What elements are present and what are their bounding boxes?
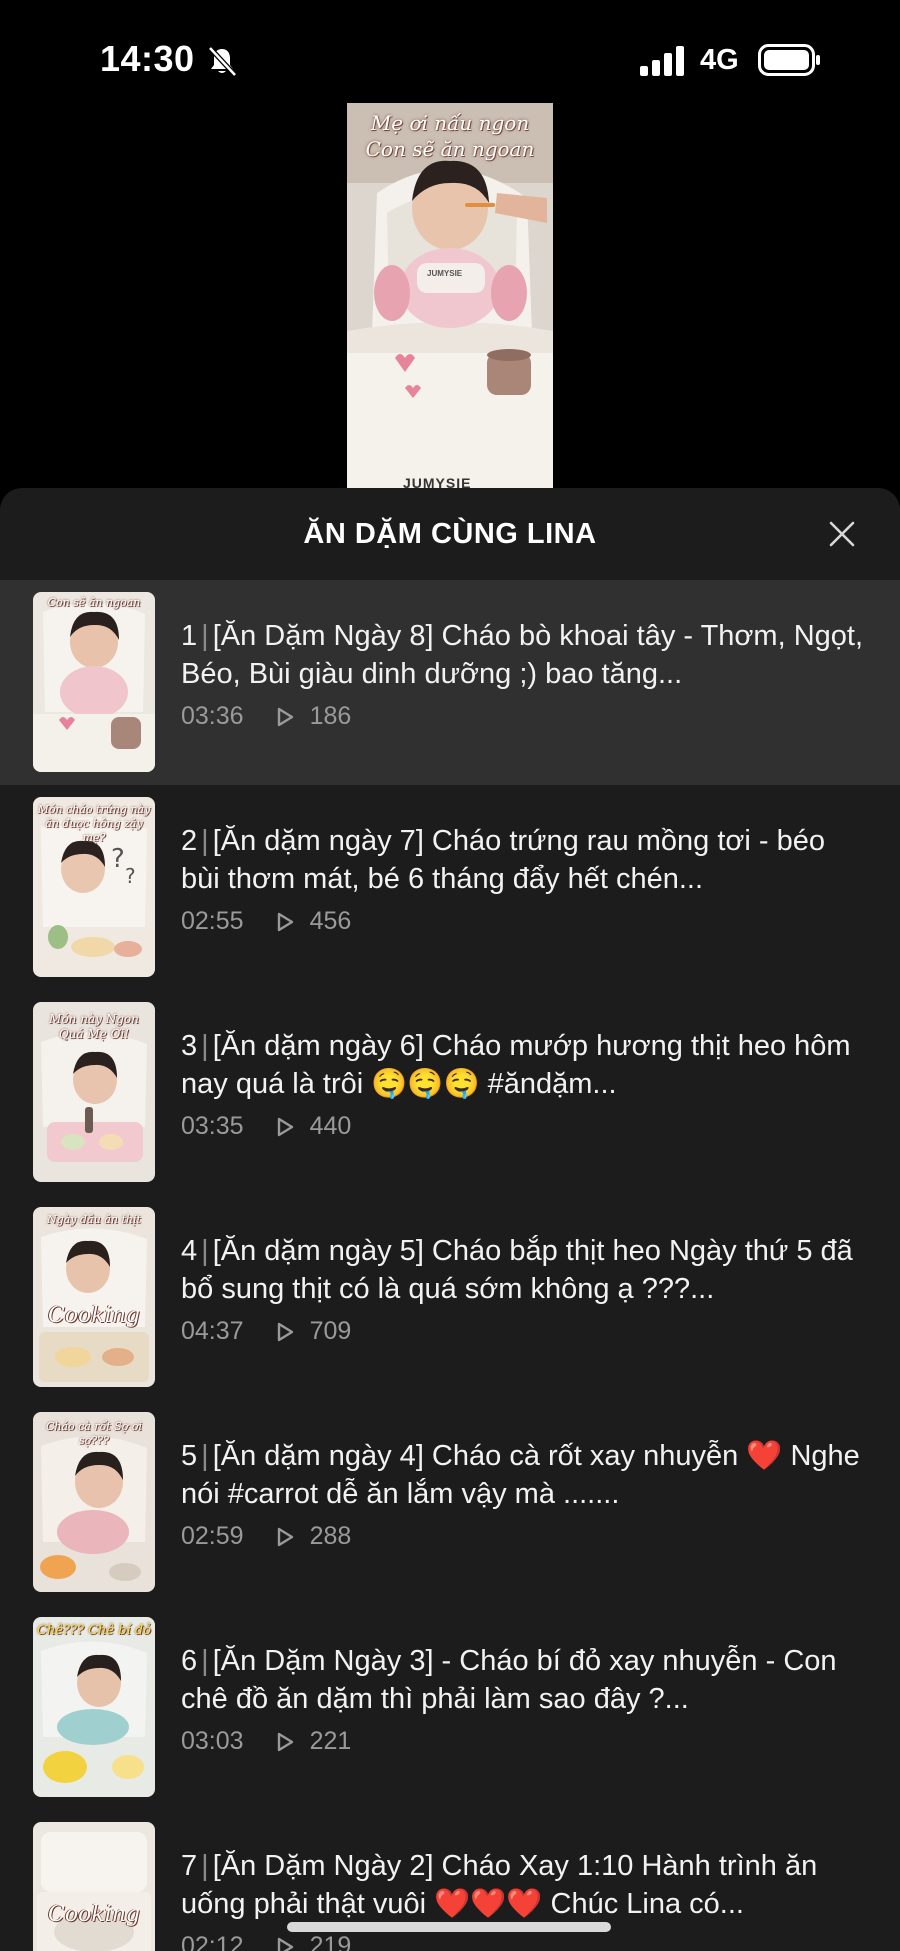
video-thumbnail: Cooking bbox=[33, 1822, 155, 1951]
video-thumbnail: Ngày đầu ăn thịt Cooking bbox=[33, 1207, 155, 1387]
video-thumbnail: Chê??? Chê bí đỏ bbox=[33, 1617, 155, 1797]
thumb-caption: Con sẽ ăn ngoan bbox=[47, 596, 141, 609]
thumb-caption: Món này Ngon Quá Mẹ Ơi! bbox=[49, 1012, 139, 1041]
thumb-caption: Món cháo trứng này ăn được hông zậy mẹ? bbox=[37, 803, 151, 844]
playlist-sheet: ĂN DẶM CÙNG LINA Con sẽ ăn ngoan 1 | [Ăn… bbox=[0, 488, 900, 1951]
play-count-icon bbox=[277, 707, 293, 726]
video-duration: 02:12 bbox=[181, 1932, 244, 1951]
video-views: 440 bbox=[309, 1112, 352, 1140]
video-index: 5 bbox=[181, 1440, 198, 1472]
bell-slash-icon bbox=[208, 46, 237, 77]
video-preview[interactable]: Mẹ ơi nấu ngon Con sẽ ăn ngoan JUMYSIE J… bbox=[347, 103, 553, 488]
play-count-icon bbox=[277, 1937, 293, 1951]
video-views: 709 bbox=[309, 1317, 352, 1345]
thumb-script: Cooking bbox=[48, 1303, 140, 1328]
video-overlay-line2: Con sẽ ăn ngoan bbox=[365, 137, 535, 161]
video-index: 7 bbox=[181, 1850, 198, 1882]
video-views: 456 bbox=[309, 907, 352, 935]
video-title-text: [Ăn dặm ngày 7] Cháo trứng rau mồng tơi … bbox=[181, 825, 826, 895]
play-count-icon bbox=[277, 1527, 293, 1546]
thumb-caption: Cháo cà rốt Sợ ơi sợ??? bbox=[45, 1420, 143, 1447]
playlist-title: ĂN DẶM CÙNG LINA bbox=[303, 518, 597, 550]
video-duration: 03:36 bbox=[181, 702, 244, 730]
playlist-item-5[interactable]: Cháo cà rốt Sợ ơi sợ??? 5 | [Ăn dặm ngày 4… bbox=[0, 1400, 900, 1605]
video-meta: 03:36 186 bbox=[181, 702, 351, 731]
thumb-script: Cooking bbox=[48, 1902, 140, 1927]
network-type: 4G bbox=[700, 44, 739, 76]
video-duration: 03:35 bbox=[181, 1112, 244, 1140]
video-title: 4 | [Ăn dặm ngày 5] Cháo bắp thịt heo Ngày… bbox=[181, 1235, 853, 1305]
video-thumbnail: Cháo cà rốt Sợ ơi sợ??? bbox=[33, 1412, 155, 1592]
video-overlay-line1: Mẹ ơi nấu ngon bbox=[370, 111, 530, 135]
svg-text:?: ? bbox=[125, 864, 136, 888]
status-time: 14:30 bbox=[100, 38, 195, 79]
video-title: 6 | [Ăn Dặm Ngày 3] - Cháo bí đỏ xay nhuyễ… bbox=[181, 1645, 837, 1715]
video-index: 1 bbox=[181, 620, 198, 652]
close-icon[interactable] bbox=[822, 514, 862, 554]
bib-text: JUMYSIE bbox=[427, 269, 463, 278]
battery-icon bbox=[758, 44, 820, 76]
video-title: 5 | [Ăn dặm ngày 4] Cháo cà rốt xay nhuyễn… bbox=[181, 1440, 860, 1510]
video-title-text: [Ăn dặm ngày 4] Cháo cà rốt xay nhuyễn ❤… bbox=[181, 1440, 860, 1510]
video-meta: 02:12 219 bbox=[181, 1932, 351, 1951]
video-duration: 03:03 bbox=[181, 1727, 244, 1755]
video-views: 219 bbox=[309, 1932, 352, 1951]
playlist-item-2[interactable]: ? ? Món cháo trứng này ăn được hông zậy … bbox=[0, 785, 900, 990]
status-bar: 14:30 4G bbox=[0, 0, 900, 120]
play-count-icon bbox=[277, 1117, 293, 1136]
play-count-icon bbox=[277, 912, 293, 931]
video-index: 2 bbox=[181, 825, 198, 857]
video-title-text: [Ăn Dặm Ngày 3] - Cháo bí đỏ xay nhuyễn … bbox=[181, 1645, 837, 1715]
video-duration: 02:55 bbox=[181, 907, 244, 935]
video-meta: 02:59 288 bbox=[181, 1522, 351, 1551]
video-views: 288 bbox=[309, 1522, 352, 1550]
thumb-caption: Ngày đầu ăn thịt bbox=[47, 1213, 141, 1226]
thumb-caption: Chê??? Chê bí đỏ bbox=[37, 1623, 151, 1638]
play-count-icon bbox=[277, 1322, 293, 1341]
video-meta: 02:55 456 bbox=[181, 907, 351, 936]
video-thumbnail: ? ? Món cháo trứng này ăn được hông zậy … bbox=[33, 797, 155, 977]
playlist-list: Con sẽ ăn ngoan 1 | [Ăn Dặm Ngày 8] Cháo b… bbox=[0, 580, 900, 1951]
video-index: 3 bbox=[181, 1030, 198, 1062]
play-count-icon bbox=[277, 1732, 293, 1751]
video-duration: 04:37 bbox=[181, 1317, 244, 1345]
video-index: 6 bbox=[181, 1645, 198, 1677]
playlist-item-3[interactable]: Món này Ngon Quá Mẹ Ơi! 3 | [Ăn dặm ngày 6… bbox=[0, 990, 900, 1195]
video-duration: 02:59 bbox=[181, 1522, 244, 1550]
home-indicator[interactable] bbox=[287, 1922, 611, 1932]
video-thumbnail: Món này Ngon Quá Mẹ Ơi! bbox=[33, 1002, 155, 1182]
sheet-header: ĂN DẶM CÙNG LINA bbox=[0, 488, 900, 580]
video-meta: 03:35 440 bbox=[181, 1112, 351, 1141]
video-title-text: [Ăn dặm ngày 5] Cháo bắp thịt heo Ngày t… bbox=[181, 1235, 853, 1305]
video-title-text: [Ăn Dặm Ngày 8] Cháo bò khoai tây - Thơm… bbox=[181, 620, 864, 690]
video-title: 2 | [Ăn dặm ngày 7] Cháo trứng rau mồng tơ… bbox=[181, 825, 826, 895]
svg-text:?: ? bbox=[111, 844, 125, 874]
video-views: 186 bbox=[309, 702, 352, 730]
video-title: 1 | [Ăn Dặm Ngày 8] Cháo bò khoai tây - Th… bbox=[181, 620, 864, 690]
playlist-item-6[interactable]: Chê??? Chê bí đỏ 6 | [Ăn Dặm Ngày 3] - Chá… bbox=[0, 1605, 900, 1810]
signal-icon bbox=[640, 46, 684, 76]
playlist-item-4[interactable]: Ngày đầu ăn thịt Cooking 4 | [Ăn dặm ngày … bbox=[0, 1195, 900, 1400]
video-title-text: [Ăn Dặm Ngày 2] Cháo Xay 1:10 Hành trình… bbox=[181, 1850, 818, 1920]
video-views: 221 bbox=[309, 1727, 352, 1755]
video-bottom-text: JUMYSIE bbox=[403, 475, 472, 488]
video-meta: 03:03 221 bbox=[181, 1727, 351, 1756]
video-thumbnail: Con sẽ ăn ngoan bbox=[33, 592, 155, 772]
video-meta: 04:37 709 bbox=[181, 1317, 351, 1346]
playlist-item-1[interactable]: Con sẽ ăn ngoan 1 | [Ăn Dặm Ngày 8] Cháo b… bbox=[0, 580, 900, 785]
video-title: 7 | [Ăn Dặm Ngày 2] Cháo Xay 1:10 Hành trì… bbox=[181, 1850, 818, 1920]
video-title: 3 | [Ăn dặm ngày 6] Cháo mướp hương thịt h… bbox=[181, 1030, 851, 1100]
video-index: 4 bbox=[181, 1235, 198, 1267]
video-title-text: [Ăn dặm ngày 6] Cháo mướp hương thịt heo… bbox=[181, 1030, 851, 1100]
